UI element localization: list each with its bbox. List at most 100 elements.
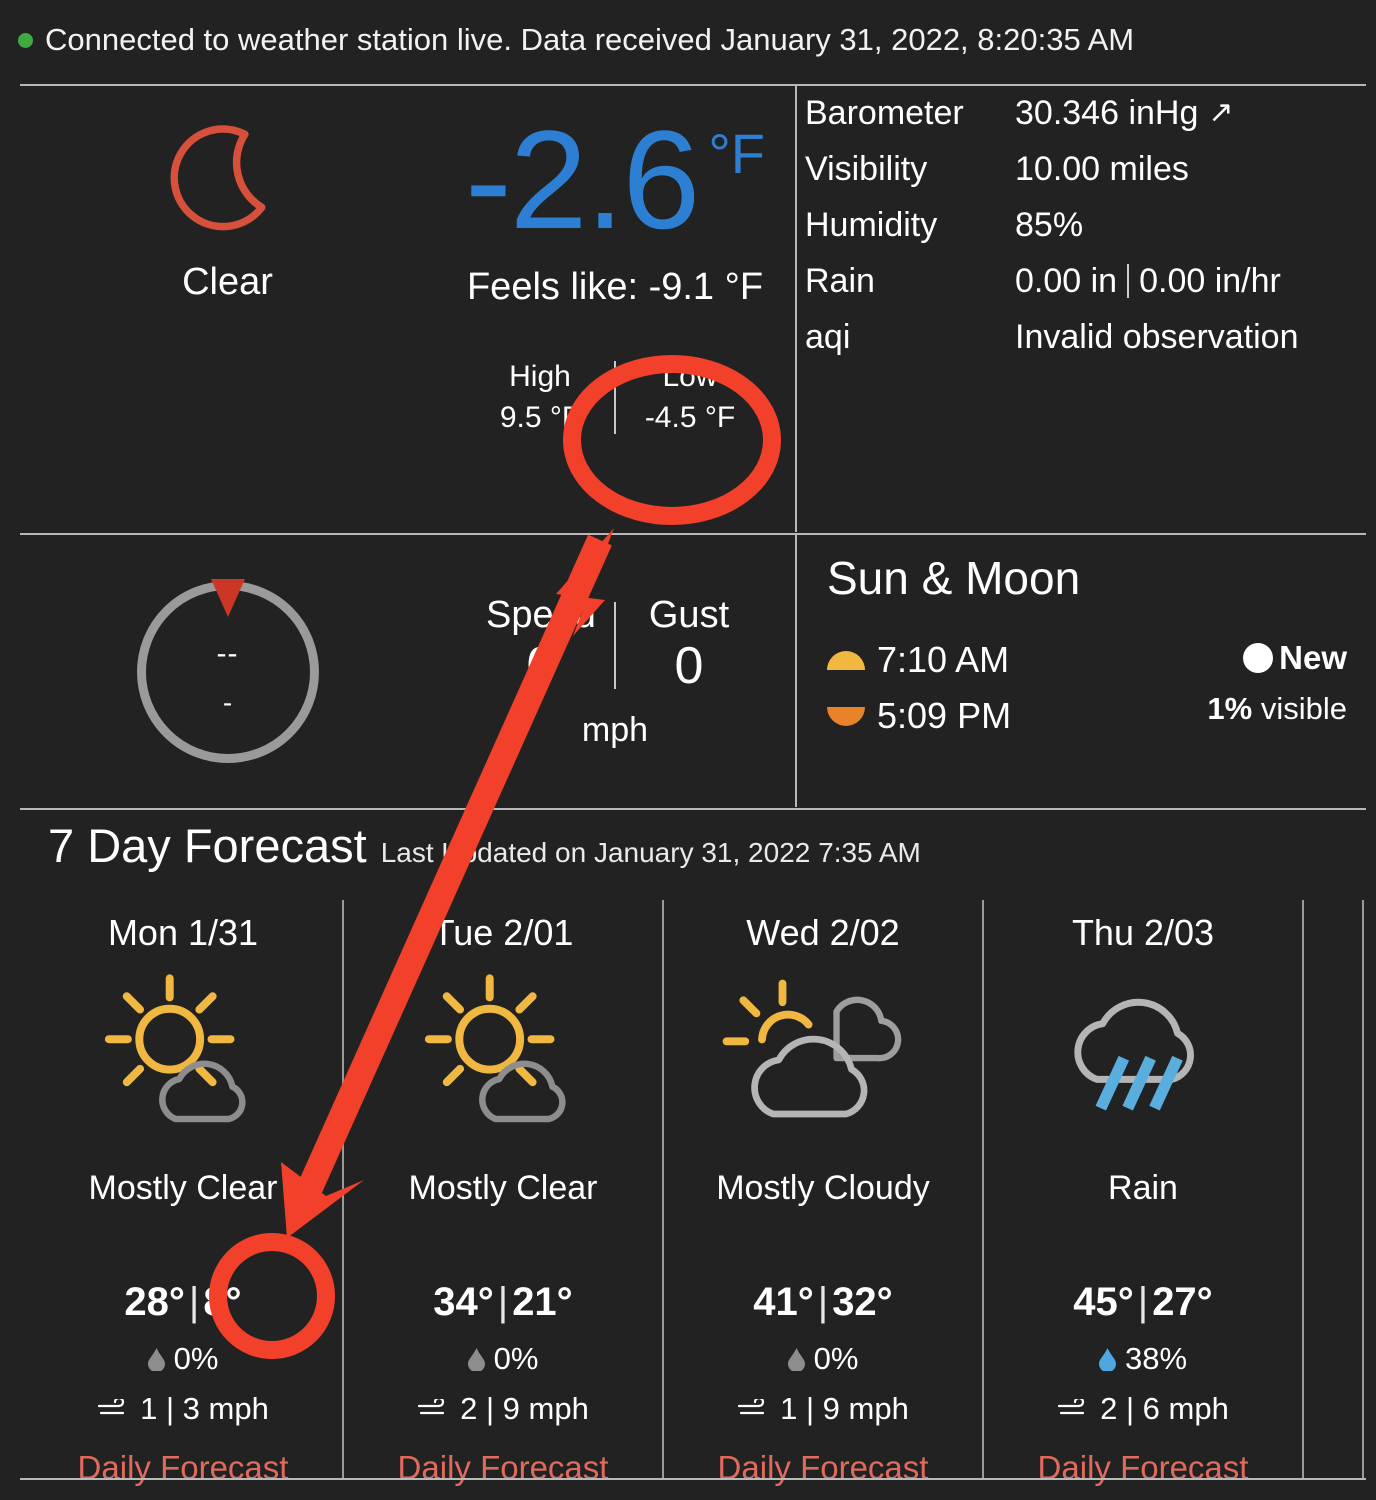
current-temperature-value: -2.6 bbox=[465, 101, 700, 258]
forecast-card-thu[interactable]: Thu 2/03 Rain 45° | 27° 38% 2 | 6 mph Da… bbox=[984, 900, 1304, 1486]
forecast-date: Wed 2/02 bbox=[746, 912, 900, 953]
sun-behind-small-cloud-icon bbox=[104, 974, 246, 1123]
wind-icon bbox=[418, 1399, 445, 1415]
forecast-date: Mon 1/31 bbox=[107, 912, 259, 953]
forecast-card-wed[interactable]: Wed 2/02 Mostly Cloudy 41° | 32° 0% 1 | … bbox=[664, 900, 984, 1486]
speed-gust-separator bbox=[614, 601, 616, 690]
forecast-title: 7 Day Forecast bbox=[48, 819, 367, 872]
forecast-wind-row: 2 | 9 mph bbox=[344, 1391, 662, 1427]
moon-phase-row: New bbox=[1207, 639, 1347, 677]
forecast-low: 32° bbox=[832, 1280, 893, 1324]
detail-key: Barometer bbox=[805, 94, 964, 132]
wind-direction-text: -- bbox=[216, 637, 239, 670]
moon-phase-block: New 1% visible bbox=[1207, 639, 1347, 727]
rain-total-value: 0.00 in bbox=[1015, 262, 1118, 300]
wind-icon bbox=[1058, 1399, 1085, 1415]
wind-gust-label: Gust bbox=[648, 593, 730, 636]
wind-icon bbox=[98, 1399, 125, 1415]
forecast-precip-pct: 0% bbox=[813, 1341, 859, 1376]
wind-speed-value: 0 bbox=[526, 637, 556, 696]
wind-compass-block: -- - bbox=[20, 579, 435, 763]
sun-moon-title: Sun & Moon bbox=[827, 552, 1081, 604]
forecast-wind-value: 1 | 3 mph bbox=[140, 1391, 269, 1426]
forecast-high: 45° bbox=[1073, 1280, 1134, 1324]
divider-current-details bbox=[795, 84, 797, 532]
moon-visible-pct: 1% bbox=[1207, 691, 1253, 726]
detail-key: Rain bbox=[805, 262, 875, 300]
forecast-low: 21° bbox=[512, 1280, 573, 1324]
divider-forecast bbox=[20, 808, 1366, 810]
forecast-condition: Mostly Cloudy bbox=[716, 1169, 930, 1207]
connection-status-text: Connected to weather station live. Data … bbox=[45, 22, 1135, 57]
detail-key: aqi bbox=[805, 318, 851, 356]
forecast-date: Thu 2/03 bbox=[1071, 912, 1215, 953]
forecast-high: 41° bbox=[753, 1280, 814, 1324]
forecast-temps: 45° | 27° bbox=[1073, 1280, 1213, 1324]
low-temp-cell: Low -4.5 °F bbox=[616, 357, 764, 438]
precipitation-drop-icon bbox=[1098, 1347, 1116, 1371]
detail-row-humidity: Humidity 85% bbox=[805, 197, 1365, 253]
forecast-precip-pct: 38% bbox=[1124, 1341, 1188, 1376]
sunset-icon bbox=[827, 706, 865, 726]
sun-behind-small-cloud-icon bbox=[424, 974, 566, 1123]
forecast-header: 7 Day Forecast Last Updated on January 3… bbox=[48, 818, 921, 873]
precipitation-drop-icon bbox=[787, 1347, 805, 1371]
moon-phase-label: New bbox=[1279, 639, 1347, 676]
forecast-precip-pct: 0% bbox=[173, 1341, 219, 1376]
wind-compass: -- - bbox=[136, 579, 319, 763]
daily-forecast-link[interactable]: Daily Forecast bbox=[984, 1449, 1302, 1487]
forecast-precip-row: 0% bbox=[664, 1341, 982, 1377]
compass-needle-icon bbox=[210, 579, 245, 617]
forecast-precip-row: 0% bbox=[344, 1341, 662, 1377]
detail-row-barometer: Barometer 30.346 inHg ↗ bbox=[805, 85, 1365, 141]
rain-value-separator bbox=[1127, 264, 1130, 298]
forecast-date: Tue 2/01 bbox=[432, 912, 574, 953]
forecast-wind-row: 1 | 3 mph bbox=[24, 1391, 342, 1427]
forecast-card-next-partial[interactable] bbox=[1304, 900, 1364, 1478]
forecast-temps: 34° | 21° bbox=[433, 1280, 573, 1324]
forecast-precip-pct: 0% bbox=[493, 1341, 539, 1376]
forecast-temps: 41° | 32° bbox=[753, 1280, 893, 1324]
weather-dashboard: Connected to weather station live. Data … bbox=[0, 0, 1376, 1500]
forecast-card-mon[interactable]: Mon 1/31 Mostly Clear 28° | 8° 0% 1 | 3 … bbox=[24, 900, 344, 1486]
detail-value-wrap: 30.346 inHg ↗ bbox=[1015, 85, 1365, 141]
forecast-last-updated: Last Updated on January 31, 2022 7:35 AM bbox=[380, 837, 921, 868]
divider-middle bbox=[20, 533, 1366, 535]
daily-forecast-link[interactable]: Daily Forecast bbox=[344, 1449, 662, 1487]
sunrise-icon bbox=[827, 650, 865, 670]
current-temperature-block: -2.6 °F Feels like: -9.1 °F High 9.5 °F … bbox=[435, 85, 795, 438]
wind-icon bbox=[738, 1399, 765, 1415]
wind-degrees-text: - bbox=[222, 687, 233, 718]
high-label: High bbox=[509, 360, 571, 393]
sunrise-time: 7:10 AM bbox=[877, 639, 1010, 680]
forecast-high: 34° bbox=[433, 1280, 494, 1324]
forecast-card-tue[interactable]: Tue 2/01 Mostly Clear 34° | 21° 0% 2 | 9… bbox=[344, 900, 664, 1486]
sunset-row: 5:09 PM bbox=[827, 695, 1011, 737]
current-condition-label: Clear bbox=[182, 261, 273, 303]
sun-moon-panel: Sun & Moon 7:10 AM 5:09 PM New 1% visibl… bbox=[805, 537, 1365, 807]
wind-speed-block: Speed 0 Gust 0 mph bbox=[435, 594, 795, 750]
detail-row-aqi: aqi Invalid observation bbox=[805, 309, 1365, 365]
current-condition-block: Clear bbox=[20, 85, 435, 304]
forecast-wind-value: 2 | 6 mph bbox=[1100, 1391, 1229, 1426]
forecast-temps: 28° | 8° bbox=[124, 1280, 242, 1324]
crescent-moon-icon bbox=[169, 125, 265, 231]
forecast-condition: Mostly Clear bbox=[88, 1169, 278, 1207]
divider-wind-sunmoon bbox=[795, 535, 797, 807]
moon-visibility-row: 1% visible bbox=[1207, 691, 1347, 727]
wind-panel: -- - Speed 0 Gust 0 mph bbox=[20, 537, 795, 807]
forecast-wind-row: 1 | 9 mph bbox=[664, 1391, 982, 1427]
current-temperature-unit: °F bbox=[708, 122, 765, 185]
forecast-low: 27° bbox=[1152, 1280, 1213, 1324]
precipitation-drop-icon bbox=[147, 1347, 165, 1371]
forecast-wind-row: 2 | 6 mph bbox=[984, 1391, 1302, 1427]
feels-like-text: Feels like: -9.1 °F bbox=[466, 266, 764, 308]
connection-status-bar: Connected to weather station live. Data … bbox=[0, 0, 1376, 80]
rain-cloud-icon bbox=[1074, 998, 1194, 1111]
precipitation-drop-icon bbox=[467, 1347, 485, 1371]
daily-forecast-link[interactable]: Daily Forecast bbox=[664, 1449, 982, 1487]
daily-forecast-link[interactable]: Daily Forecast bbox=[24, 1449, 342, 1487]
forecast-wind-value: 1 | 9 mph bbox=[780, 1391, 909, 1426]
detail-value: 85% bbox=[1015, 206, 1084, 244]
detail-row-visibility: Visibility 10.00 miles bbox=[805, 141, 1365, 197]
